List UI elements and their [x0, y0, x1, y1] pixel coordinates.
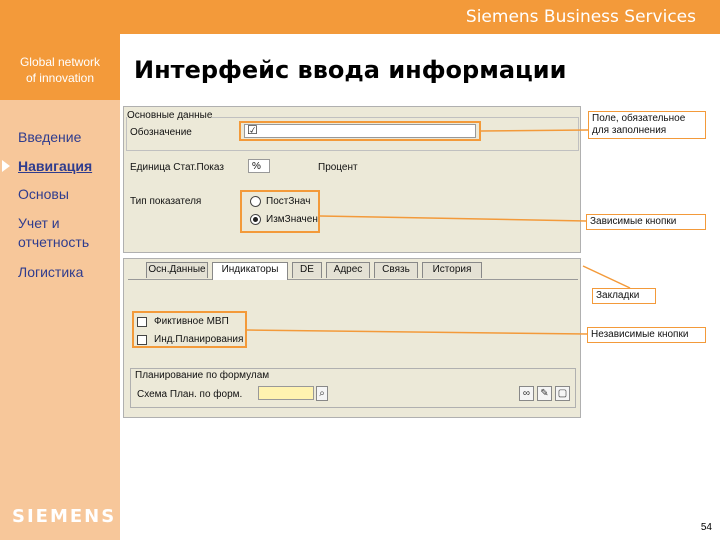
independent-buttons-connector: [246, 329, 588, 335]
page-number: 54: [700, 522, 712, 533]
dependent-buttons-connector: [319, 215, 587, 222]
callout-connectors: [246, 129, 631, 335]
tabs-connector: [582, 265, 631, 289]
required-field-connector: [480, 129, 589, 132]
